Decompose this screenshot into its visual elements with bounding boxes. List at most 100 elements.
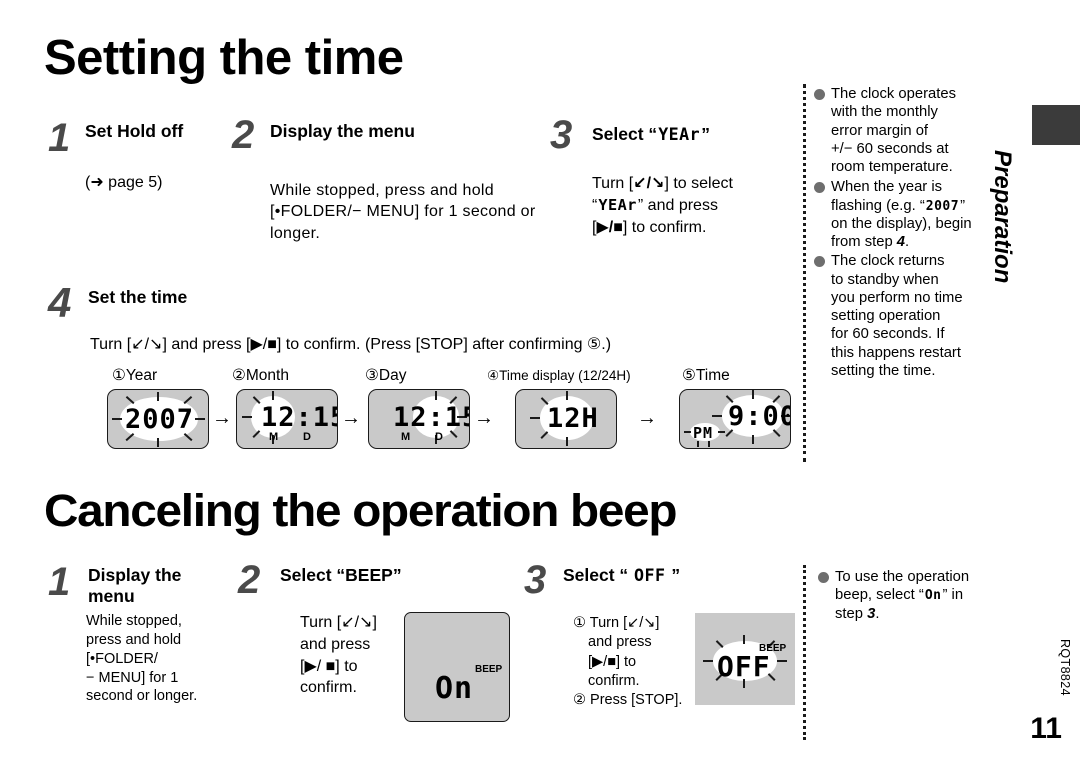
- beep-step-3-title-prefix: Select “: [563, 565, 634, 585]
- seq-arrow-2: →: [341, 407, 361, 429]
- note-1-l2: with the monthly: [831, 104, 938, 121]
- lcd-day-sub-m: M: [401, 431, 411, 443]
- beep-step-2-title: Select “BEEP”: [280, 565, 402, 585]
- seq-caption-day: ③Day: [365, 367, 407, 384]
- lcd-beep-on: On BEEP: [404, 612, 510, 722]
- flash-ray: [777, 660, 787, 663]
- note-2-l1: When the year is: [831, 179, 943, 196]
- lcd-month: 12:15 M D: [236, 389, 338, 449]
- beep-1-l3: [•FOLDER/: [86, 650, 158, 667]
- note-1-l4: +/− 60 seconds at: [831, 140, 949, 157]
- beep-2-l1: Turn [↙/↘]: [300, 614, 377, 631]
- beep-step-2-number: 2: [238, 558, 261, 602]
- bullet-icon: [814, 256, 825, 268]
- seq-arrow-1: →: [212, 407, 232, 429]
- lcd-day-value: 12:15: [393, 402, 469, 433]
- note-2-l2: flashing (e.g. “: [831, 197, 925, 214]
- page-number: 11: [1030, 712, 1062, 745]
- note-item-3: The clock returns to standby when you pe…: [814, 252, 1006, 380]
- lcd-day: 12:15 M D: [368, 389, 470, 449]
- beep-1-l4: − MENU] for 1: [86, 669, 179, 686]
- beep-step-3-number: 3: [524, 558, 547, 602]
- flash-ray: [715, 640, 724, 649]
- note-item-beep: To use the operation beep, select “On” i…: [818, 568, 1008, 623]
- notes-bottom: To use the operation beep, select “On” i…: [818, 568, 1008, 624]
- document-code: RQT8824: [1058, 639, 1072, 696]
- sidebar-divider-top: [803, 84, 806, 462]
- lcd-beep-on-badge: BEEP: [475, 664, 503, 675]
- note-2-step-ref: 4: [896, 234, 906, 251]
- page-title-setting-the-time: Setting the time: [44, 31, 404, 85]
- beep-note-end: .: [875, 605, 880, 622]
- page-title-canceling-the-operation-beep: Canceling the operation beep: [44, 485, 678, 536]
- step-2-body: While stopped, press and hold [•FOLDER/−…: [270, 182, 536, 242]
- beep-3-l1: ① Turn [↙/↘]: [573, 615, 660, 631]
- note-3-l6: this happens restart: [831, 344, 961, 361]
- flash-ray: [530, 417, 540, 420]
- note-3-l2: to standby when: [831, 271, 939, 288]
- lcd-beep-off-badge: BEEP: [759, 643, 787, 654]
- step-3-body: Turn [↙/↘] to select “YEAr” and press [▶…: [592, 173, 802, 238]
- note-1-l3: error margin of: [831, 122, 929, 139]
- flash-ray: [252, 430, 261, 439]
- beep-3-l2: and press: [588, 634, 652, 651]
- lcd-beep-off: OFF BEEP: [695, 613, 795, 705]
- step-3-title-suffix: ”: [701, 124, 710, 144]
- step-3-body-line-3: [▶/■] to confirm.: [592, 218, 707, 236]
- flash-ray: [157, 438, 160, 447]
- step-3-title-lcd-text: YEAr: [658, 125, 701, 144]
- section-tab-label: Preparation: [989, 150, 1016, 284]
- step-4-body: Turn [↙/↘] and press [▶/■] to confirm. (…: [90, 336, 612, 353]
- sidebar-divider-bottom: [803, 565, 806, 740]
- step-3-confirm-label: ] to confirm.: [622, 218, 707, 236]
- flash-ray: [566, 437, 569, 446]
- note-2-quote: ”: [960, 197, 966, 214]
- manual-page: Setting the time 1 Set Hold off (➜ page …: [0, 0, 1080, 766]
- lcd-time-display-value: 12H: [547, 403, 599, 434]
- beep-3-l4: confirm.: [588, 672, 640, 689]
- flash-ray: [195, 418, 205, 421]
- step-3-body-lcd-text: YEAr: [598, 195, 637, 214]
- lcd-time-sub-pm: PM: [693, 424, 714, 442]
- bullet-icon: [814, 89, 825, 100]
- section-tab-block: [1032, 105, 1080, 145]
- step-2-title: Display the menu: [270, 121, 415, 141]
- flash-ray: [435, 391, 438, 400]
- beep-2-l4: confirm.: [300, 679, 357, 697]
- flash-ray: [752, 390, 755, 399]
- lcd-month-value: 12:15: [261, 402, 337, 433]
- flash-ray: [157, 392, 160, 401]
- step-4-number: 4: [48, 279, 72, 326]
- beep-step-2-body: Turn [↙/↘] and press [▶/ ■] to confirm.: [300, 612, 420, 699]
- flash-ray: [566, 391, 569, 400]
- beep-3-l5: ② Press [STOP].: [573, 692, 683, 709]
- flash-ray: [703, 660, 713, 663]
- seq-arrow-4: →: [637, 407, 657, 429]
- beep-2-l2: and press: [300, 635, 371, 653]
- beep-1-l1: While stopped,: [86, 613, 182, 629]
- step-1-number: 1: [48, 116, 71, 160]
- beep-step-1-number: 1: [48, 560, 71, 604]
- flash-ray: [712, 415, 722, 418]
- step-3-and-press-label: ” and press: [637, 196, 718, 214]
- flash-ray: [684, 431, 691, 434]
- seq-caption-time-display: ④Time display (12/24H): [487, 368, 631, 383]
- beep-note-l4: step: [835, 605, 868, 622]
- step-3-title: Select “YEAr”: [592, 124, 822, 145]
- lcd-beep-on-value: On: [435, 671, 474, 706]
- beep-step-1-title: Display the menu: [88, 565, 182, 607]
- flash-ray: [242, 416, 252, 419]
- note-2-l4: from step: [831, 234, 897, 251]
- beep-1-l5: second or longer.: [86, 688, 198, 705]
- step-3-number: 3: [550, 113, 573, 157]
- play-stop-icon: ▶/■: [596, 218, 623, 236]
- flash-ray: [743, 635, 746, 644]
- flash-ray: [272, 391, 275, 400]
- step-1-title: Set Hold off: [85, 121, 184, 141]
- beep-note-l2: beep, select “: [835, 587, 924, 604]
- beep-step-1-body: While stopped, press and hold [•FOLDER/ …: [86, 612, 246, 706]
- lcd-beep-off-value: OFF: [717, 650, 771, 683]
- beep-note-l3: ” in: [942, 587, 964, 604]
- note-2-l3: on the display), begin: [831, 215, 972, 232]
- beep-3-l3: [▶/■] to: [588, 653, 637, 670]
